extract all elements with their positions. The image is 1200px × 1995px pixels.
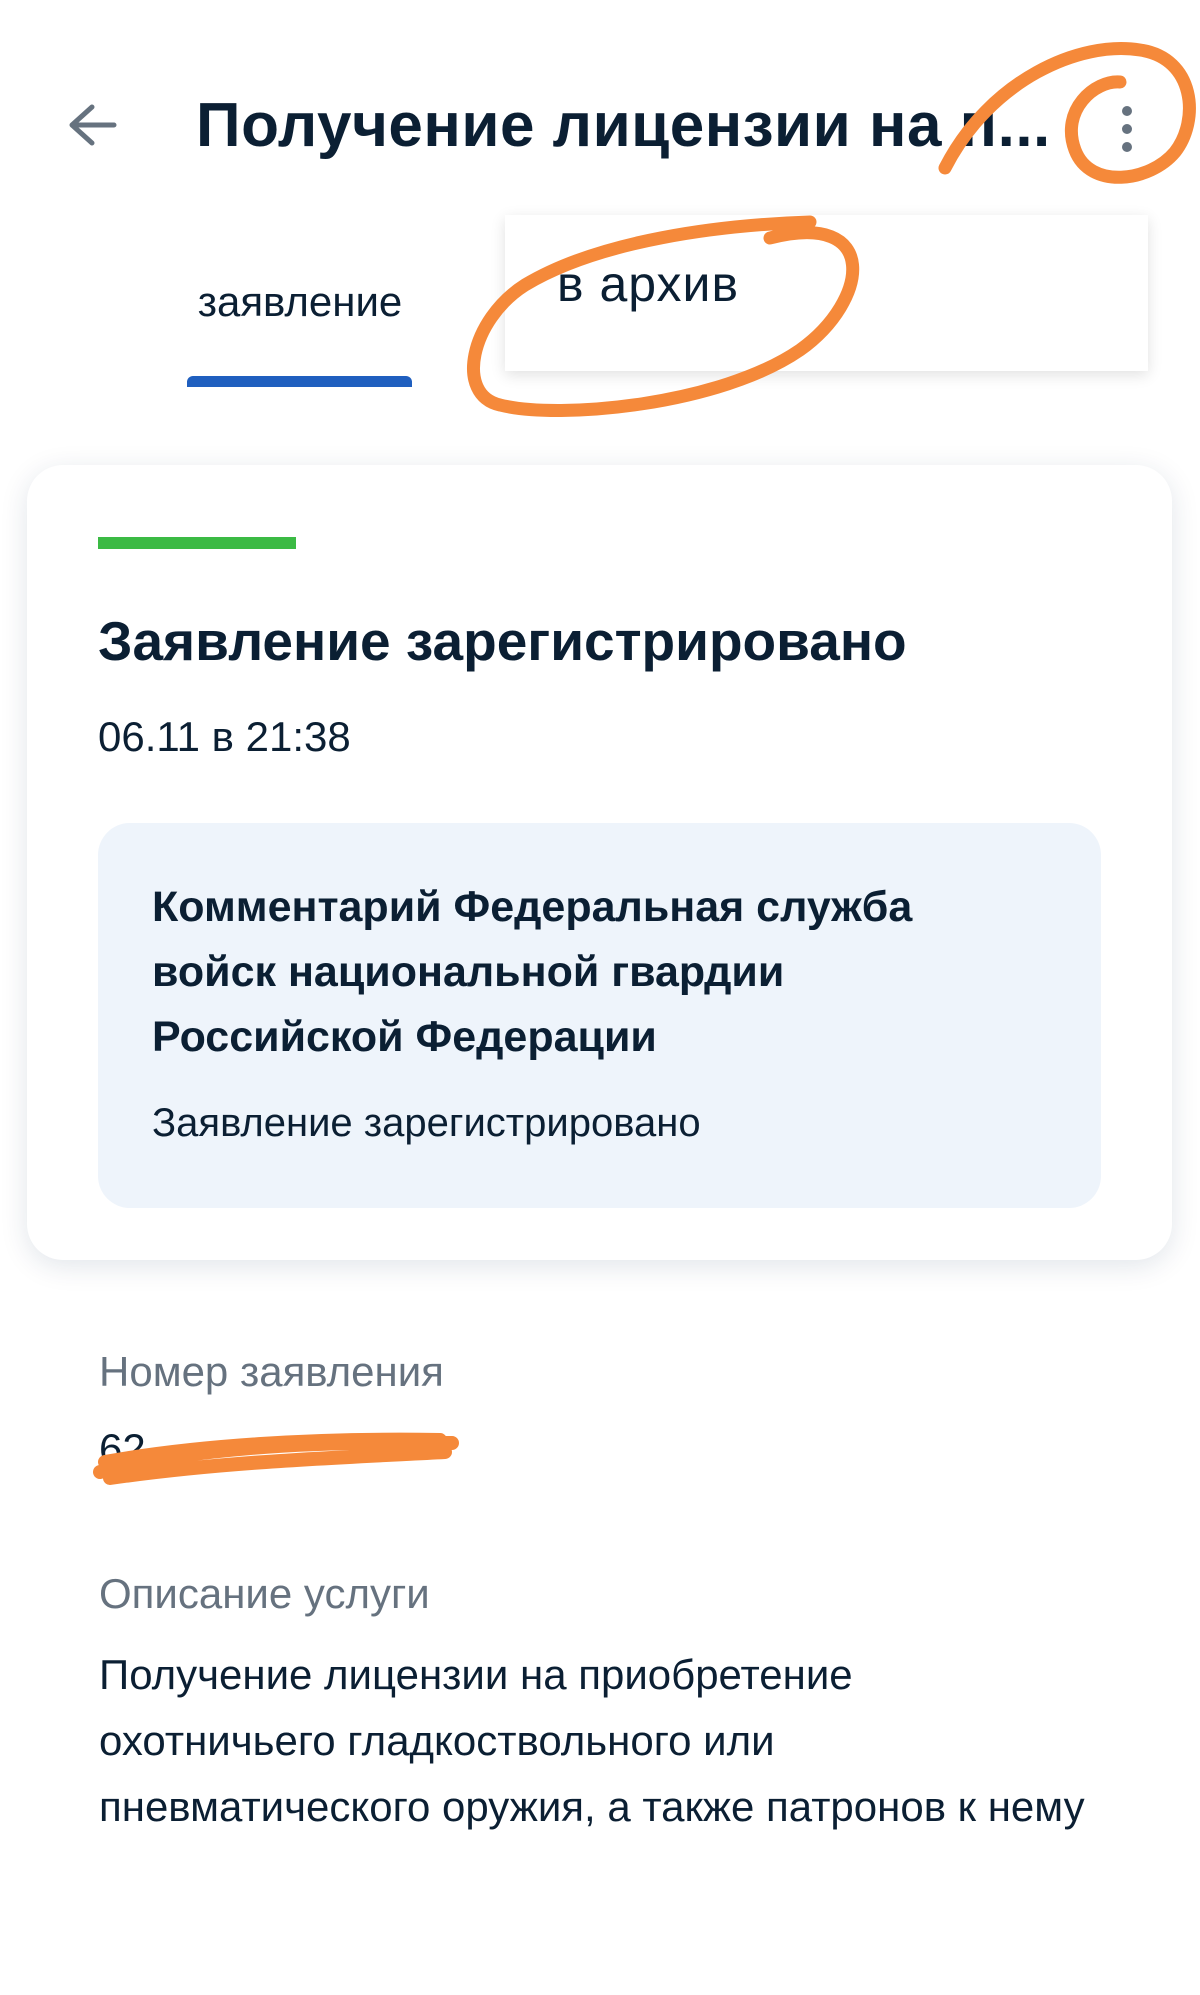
overflow-menu: в архив [505, 215, 1148, 371]
status-date: 06.11 в 21:38 [98, 713, 351, 760]
service-description-label: Описание услуги [99, 1570, 430, 1617]
application-number-value: 62 [99, 1425, 146, 1472]
back-button[interactable] [55, 92, 125, 158]
arrow-left-icon [69, 104, 117, 146]
status-card: Заявление зарегистрировано 06.11 в 21:38… [27, 465, 1172, 1260]
more-vertical-icon [1122, 106, 1132, 152]
application-number-label: Номер заявления [99, 1348, 444, 1395]
comment-box: Комментарий Федеральная служба войск нац… [98, 823, 1101, 1208]
status-title: Заявление зарегистрировано [98, 610, 907, 672]
page-title: Получение лицензии на п... [196, 91, 1051, 160]
active-tab-indicator [187, 376, 412, 387]
menu-item-archive[interactable]: в архив [557, 255, 739, 313]
app-header: Получение лицензии на п... [0, 0, 1200, 200]
more-menu-button[interactable] [1097, 84, 1157, 174]
comment-title: Комментарий Федеральная служба войск нац… [152, 883, 913, 1061]
service-description-value: Получение лицензии на приобретение охотн… [99, 1651, 1085, 1830]
tab-application[interactable]: заявление [160, 272, 440, 332]
annotation-redaction [93, 1432, 459, 1485]
comment-text: Заявление зарегистрировано [152, 1101, 701, 1145]
status-indicator-bar [98, 537, 296, 549]
